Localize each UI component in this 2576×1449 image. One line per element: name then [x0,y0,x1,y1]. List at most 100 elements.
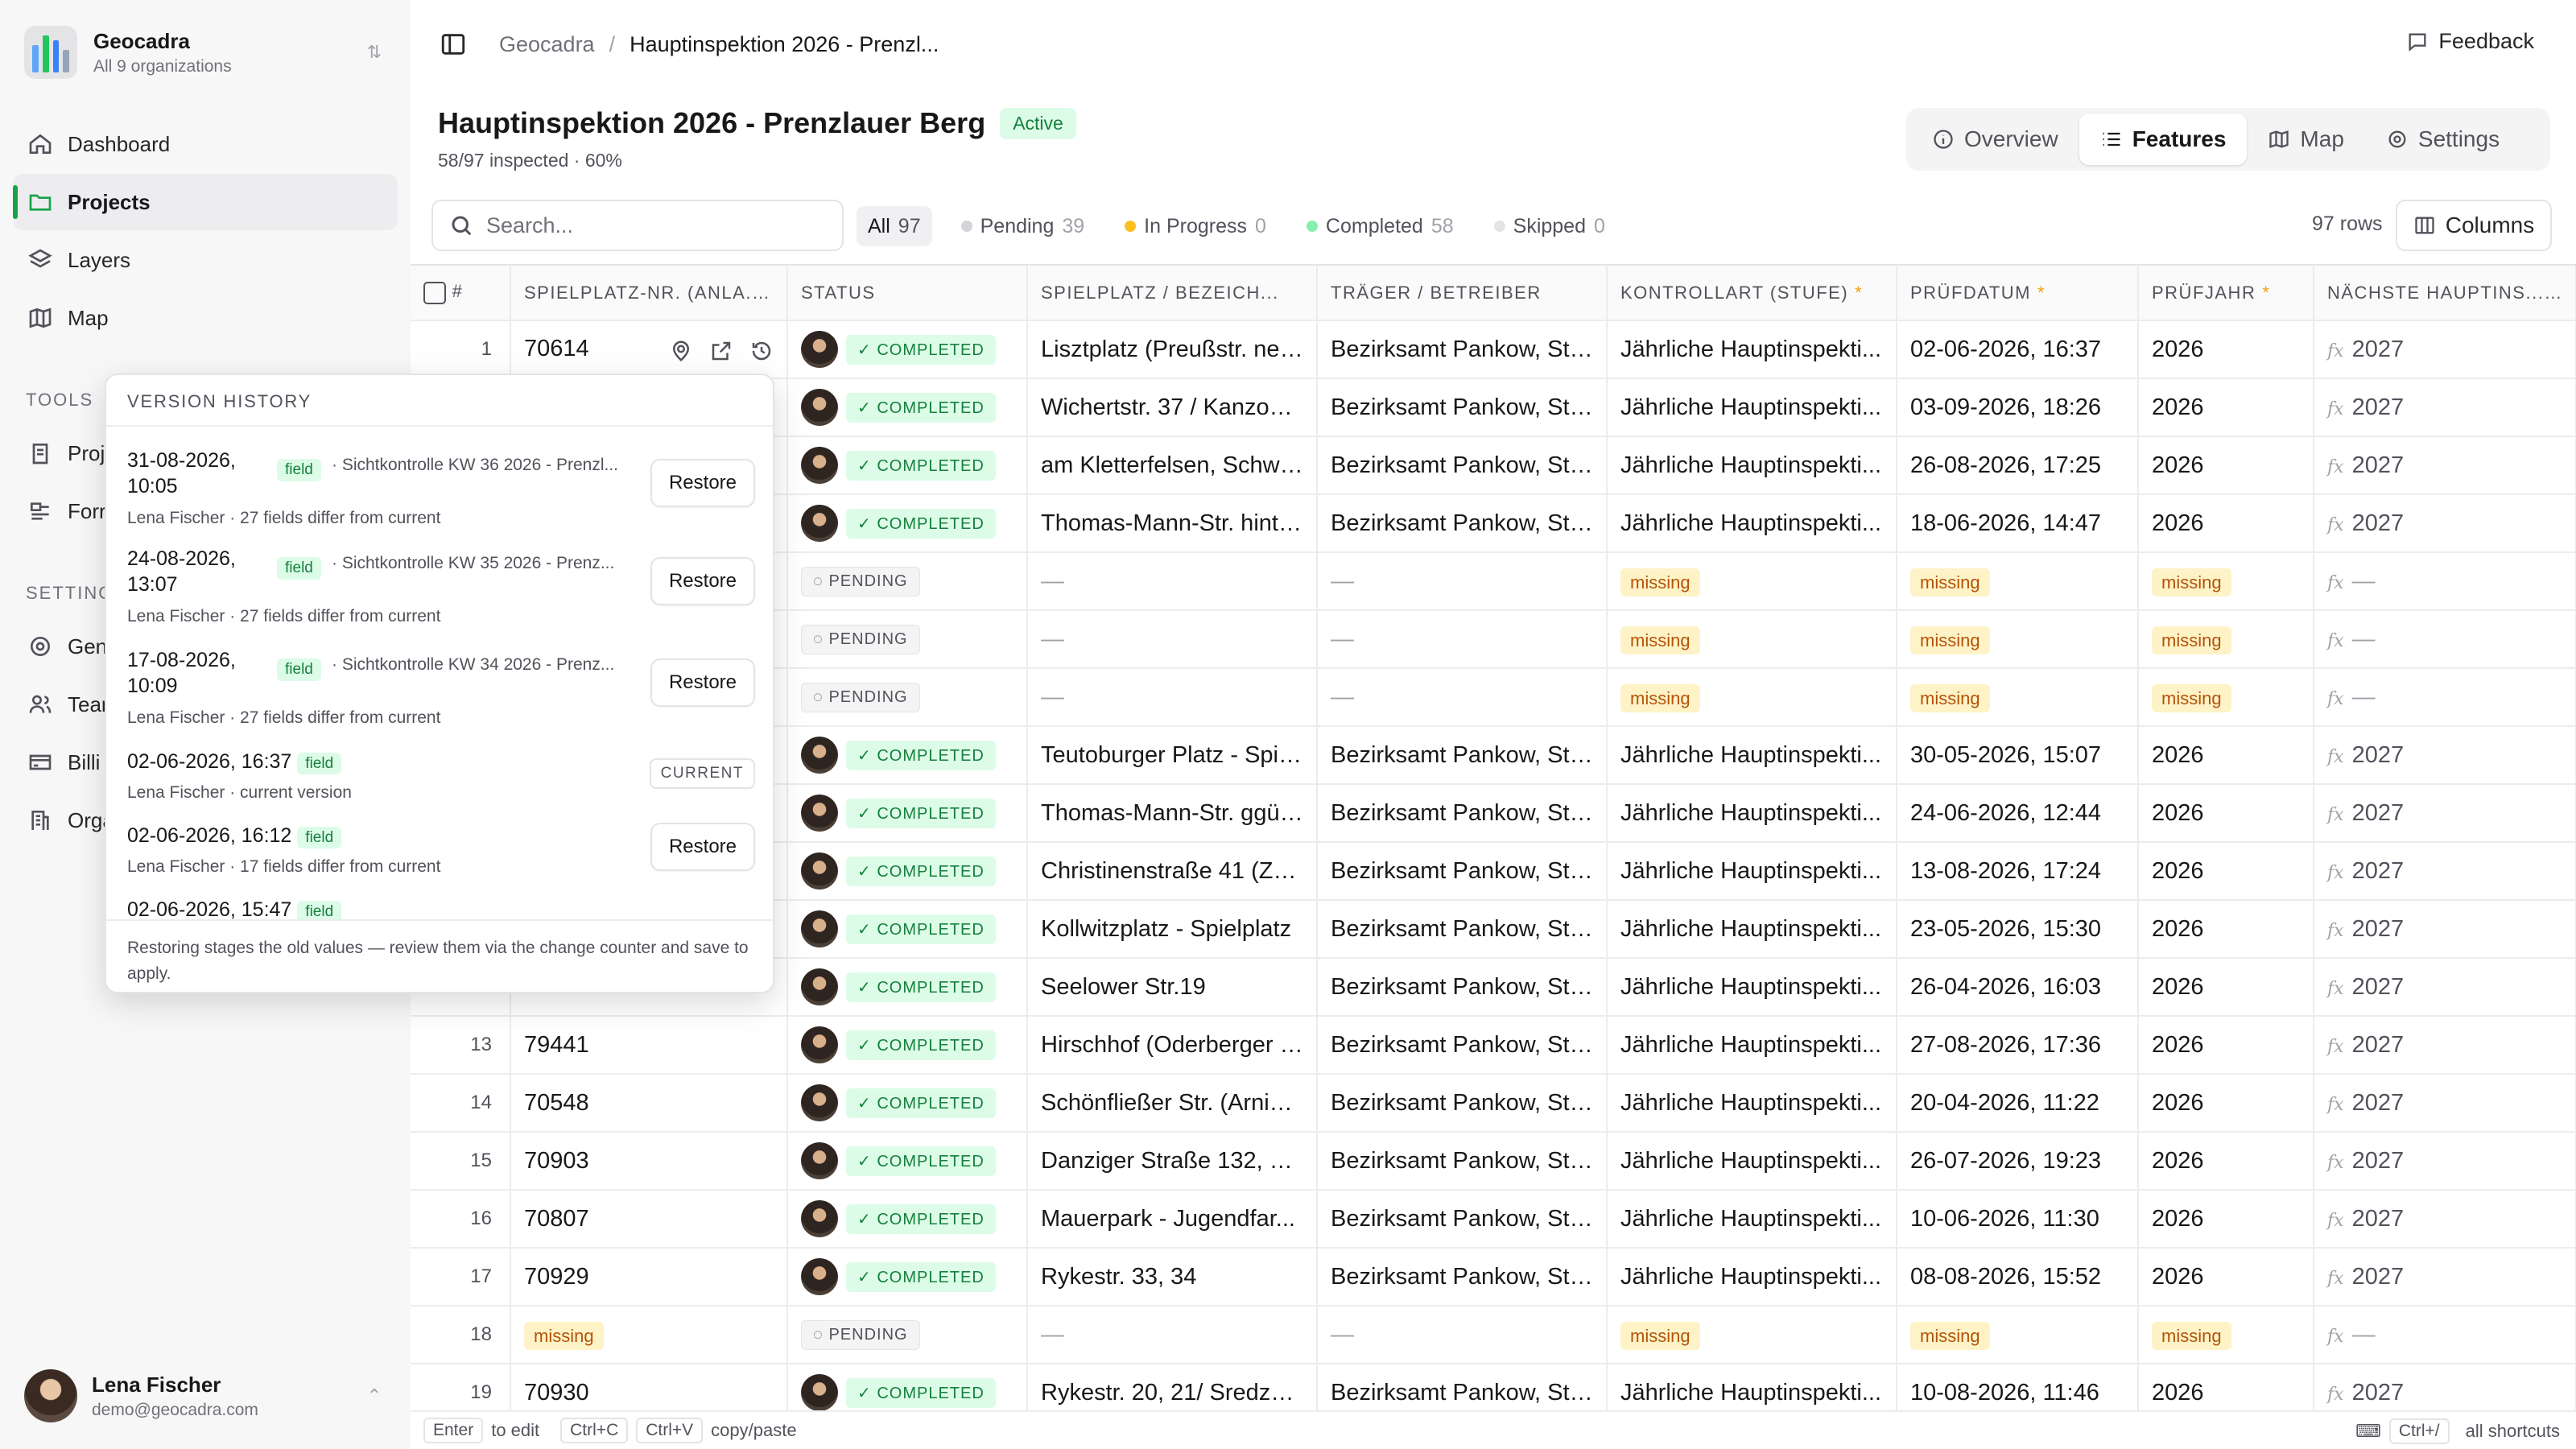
traeger-cell[interactable]: — [1317,668,1608,727]
pruefjahr-cell[interactable]: 2026 [2138,1132,2314,1191]
name-cell[interactable]: Schönfließer Str. (Arnim... [1027,1074,1318,1133]
status-cell[interactable]: ✓ COMPLETED [787,378,1028,437]
pruefjahr-cell[interactable]: missing [2138,552,2314,611]
status-cell[interactable]: ✓ COMPLETED [787,900,1028,959]
restore-button[interactable]: Restore [650,459,755,507]
status-cell[interactable]: ◌ PENDING [787,552,1028,611]
name-cell[interactable]: Hirschhof (Oderberger S... [1027,1016,1318,1075]
pruefdatum-cell[interactable]: 08-08-2026, 15:52 [1897,1248,2139,1307]
status-cell[interactable]: ✓ COMPLETED [787,494,1028,553]
tab-map[interactable]: Map [2247,114,2364,165]
traeger-cell[interactable]: Bezirksamt Pankow, Str... [1317,320,1608,379]
next-inspection-cell[interactable]: fx — [2314,668,2576,727]
pruefjahr-cell[interactable]: missing [2138,610,2314,669]
name-cell[interactable]: Wichertstr. 37 / Kanzow... [1027,378,1318,437]
pruefdatum-cell[interactable]: 10-06-2026, 11:30 [1897,1190,2139,1249]
status-cell[interactable]: ✓ COMPLETED [787,1016,1028,1075]
row-number-cell[interactable]: 1 [411,320,511,379]
org-switcher[interactable]: Geocadra All 9 organizations ⇅ [24,23,386,82]
pruefdatum-cell[interactable]: missing [1897,668,2139,727]
traeger-cell[interactable]: Bezirksamt Pankow, Str... [1317,1016,1608,1075]
pruefdatum-cell[interactable]: 13-08-2026, 17:24 [1897,842,2139,901]
next-inspection-cell[interactable]: fx 2027 [2314,1364,2576,1410]
row-number-cell[interactable]: 14 [411,1074,511,1133]
sidebar-item-map[interactable]: Map [13,290,398,346]
traeger-cell[interactable]: Bezirksamt Pankow, Str... [1317,1364,1608,1410]
status-cell[interactable]: ✓ COMPLETED [787,1074,1028,1133]
kontrollart-cell[interactable]: Jährliche Hauptinspekti... [1607,726,1897,785]
row-number-cell[interactable]: 18 [411,1306,511,1364]
pruefjahr-cell[interactable]: 2026 [2138,320,2314,379]
column-header-kontrollart[interactable]: KONTROLLART (STUFE) * [1607,266,1897,321]
table-row[interactable]: 1 70614 ✓ COMPLETED Lisztplatz (Preußstr. n… [411,320,2576,379]
pruefdatum-cell[interactable]: 27-08-2026, 17:36 [1897,1016,2139,1075]
traeger-cell[interactable]: Bezirksamt Pankow, Str... [1317,1074,1608,1133]
next-inspection-cell[interactable]: fx 2027 [2314,1248,2576,1307]
kontrollart-cell[interactable]: missing [1607,610,1897,669]
traeger-cell[interactable]: Bezirksamt Pankow, Str... [1317,958,1608,1017]
column-header-pruefdatum[interactable]: PRÜFDATUM * [1897,266,2139,321]
kontrollart-cell[interactable]: Jährliche Hauptinspekti... [1607,436,1897,495]
traeger-cell[interactable]: Bezirksamt Pankow, Str... [1317,436,1608,495]
pruefjahr-cell[interactable]: 2026 [2138,378,2314,437]
status-cell[interactable]: ✓ COMPLETED [787,320,1028,379]
traeger-cell[interactable]: — [1317,610,1608,669]
name-cell[interactable]: Thomas-Mann-Str. hinte... [1027,494,1318,553]
pruefjahr-cell[interactable]: 2026 [2138,726,2314,785]
traeger-cell[interactable]: Bezirksamt Pankow, Str... [1317,1190,1608,1249]
pruefdatum-cell[interactable]: missing [1897,1306,2139,1364]
pruefjahr-cell[interactable]: 2026 [2138,784,2314,843]
name-cell[interactable]: Thomas-Mann-Str. ggü. ... [1027,784,1318,843]
row-number-cell[interactable]: 16 [411,1190,511,1249]
row-number-cell[interactable]: 19 [411,1364,511,1410]
kontrollart-cell[interactable]: missing [1607,668,1897,727]
pruefjahr-cell[interactable]: 2026 [2138,842,2314,901]
external-link-icon[interactable] [709,339,733,363]
locate-icon[interactable] [669,339,693,363]
pruefdatum-cell[interactable]: 24-06-2026, 12:44 [1897,784,2139,843]
sidebar-item-dashboard[interactable]: Dashboard [13,116,398,172]
next-inspection-cell[interactable]: fx 2027 [2314,958,2576,1017]
name-cell[interactable]: Teutoburger Platz - Spie... [1027,726,1318,785]
kontrollart-cell[interactable]: missing [1607,552,1897,611]
sidebar-item-layers[interactable]: Layers [13,232,398,288]
search-input[interactable]: Search... [431,200,844,251]
nr-cell[interactable]: 70614 [510,320,788,379]
name-cell[interactable]: — [1027,668,1318,727]
row-number-cell[interactable]: 15 [411,1132,511,1191]
kontrollart-cell[interactable]: Jährliche Hauptinspekti... [1607,1190,1897,1249]
kontrollart-cell[interactable]: Jährliche Hauptinspekti... [1607,784,1897,843]
pruefdatum-cell[interactable]: 20-04-2026, 11:22 [1897,1074,2139,1133]
user-menu[interactable]: Lena Fischer demo@geocadra.com ⌃ [24,1364,386,1428]
filter-in-progress[interactable]: In Progress 0 [1113,206,1278,246]
pruefdatum-cell[interactable]: 02-06-2026, 16:37 [1897,320,2139,379]
restore-button[interactable]: Restore [650,823,755,871]
traeger-cell[interactable]: Bezirksamt Pankow, Str... [1317,1248,1608,1307]
next-inspection-cell[interactable]: fx 2027 [2314,378,2576,437]
pruefdatum-cell[interactable]: 18-06-2026, 14:47 [1897,494,2139,553]
nr-cell[interactable]: 70903 [510,1132,788,1191]
traeger-cell[interactable]: — [1317,1306,1608,1364]
next-inspection-cell[interactable]: fx 2027 [2314,494,2576,553]
next-inspection-cell[interactable]: fx — [2314,1306,2576,1364]
next-inspection-cell[interactable]: fx 2027 [2314,436,2576,495]
pruefdatum-cell[interactable]: 26-04-2026, 16:03 [1897,958,2139,1017]
table-row[interactable]: 19 70930 ✓ COMPLETED Rykestr. 20, 21/ Sredz… [411,1364,2576,1410]
status-cell[interactable]: ✓ COMPLETED [787,1364,1028,1410]
next-inspection-cell[interactable]: fx 2027 [2314,784,2576,843]
restore-button[interactable]: Restore [650,658,755,707]
pruefjahr-cell[interactable]: 2026 [2138,1190,2314,1249]
next-inspection-cell[interactable]: fx 2027 [2314,842,2576,901]
nr-cell[interactable]: 79441 [510,1016,788,1075]
pruefjahr-cell[interactable]: 2026 [2138,958,2314,1017]
tab-settings[interactable]: Settings [2365,114,2520,165]
pruefjahr-cell[interactable]: missing [2138,1306,2314,1364]
name-cell[interactable]: Seelower Str.19 [1027,958,1318,1017]
name-cell[interactable]: Lisztplatz (Preußstr. neb... [1027,320,1318,379]
table-row[interactable]: 17 70929 ✓ COMPLETED Rykestr. 33, 34 Bezirks… [411,1248,2576,1307]
status-cell[interactable]: ✓ COMPLETED [787,1132,1028,1191]
pruefdatum-cell[interactable]: missing [1897,610,2139,669]
status-cell[interactable]: ◌ PENDING [787,668,1028,727]
row-number-cell[interactable]: 17 [411,1248,511,1307]
pruefjahr-cell[interactable]: 2026 [2138,1248,2314,1307]
